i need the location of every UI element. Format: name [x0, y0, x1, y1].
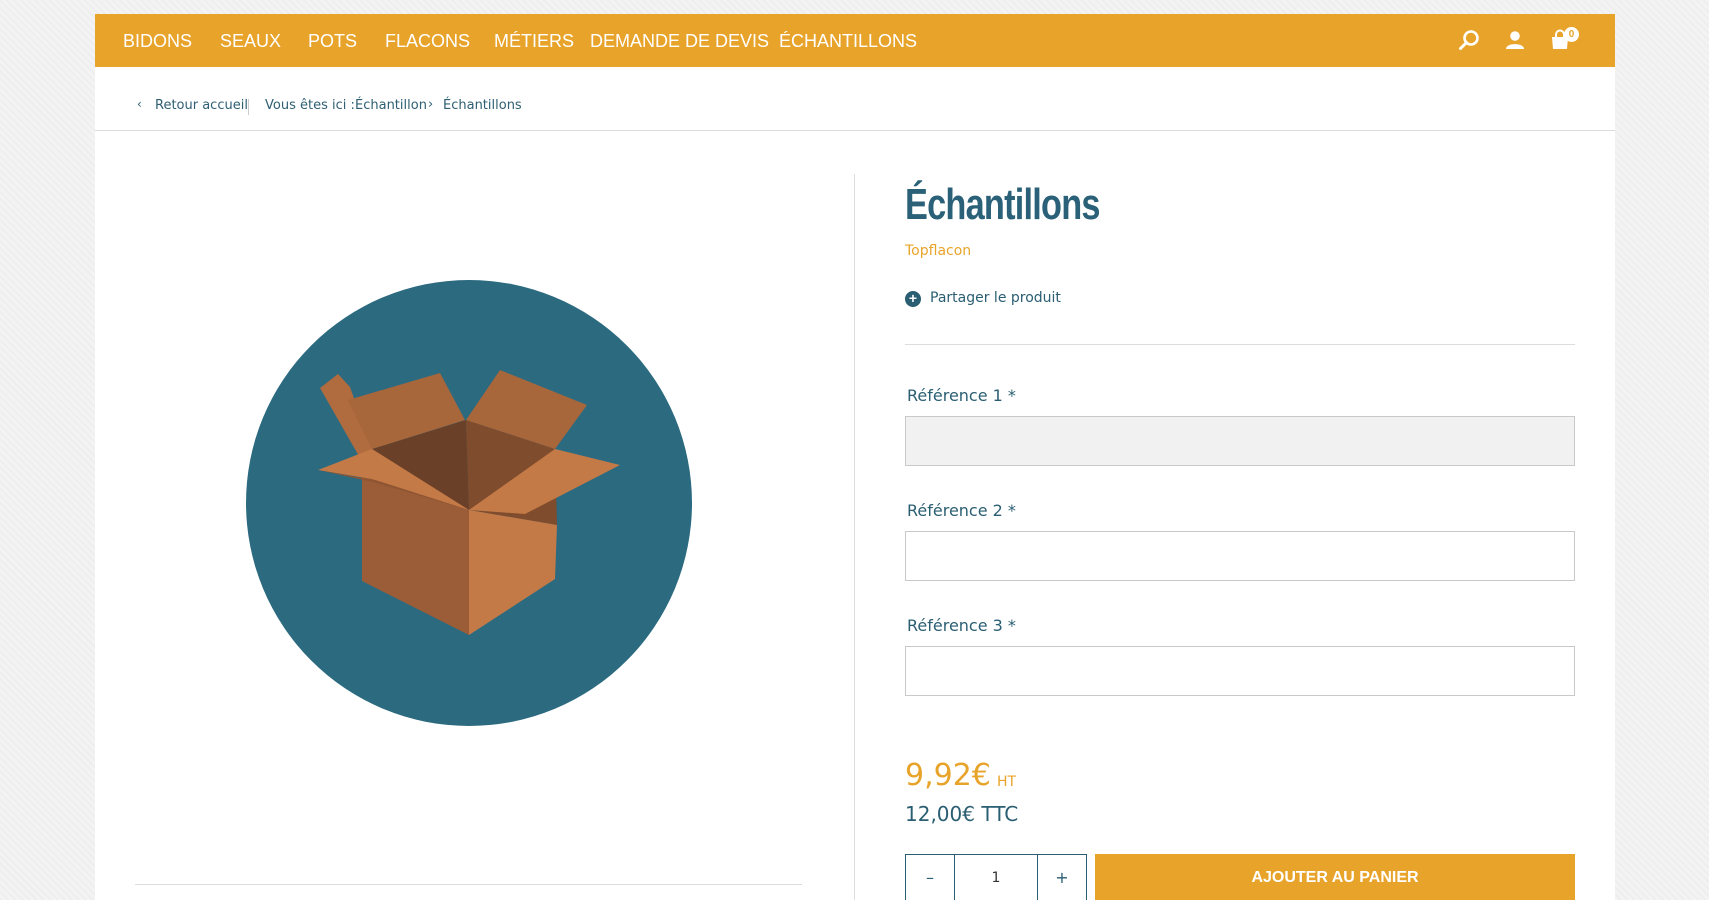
breadcrumb-back-link[interactable]: Retour accueil: [155, 98, 248, 113]
price-ht: 9,92€: [905, 758, 991, 793]
quantity-decrease-button[interactable]: –: [906, 855, 955, 900]
breadcrumb-item-echantillons: Échantillons: [443, 98, 522, 113]
quantity-input[interactable]: [955, 855, 1037, 900]
details-divider: [905, 344, 1575, 345]
image-section-divider: [135, 884, 802, 885]
price-ttc: 12,00€ TTC: [905, 802, 1019, 826]
add-to-cart-button[interactable]: AJOUTER AU PANIER: [1095, 854, 1575, 900]
reference-3-input[interactable]: [905, 646, 1575, 696]
share-product-label: Partager le produit: [930, 290, 1061, 306]
nav-item-demande-de-devis[interactable]: DEMANDE DE DEVIS: [590, 31, 769, 52]
cart-count-badge: 0: [1564, 27, 1579, 42]
reference-2-input[interactable]: [905, 531, 1575, 581]
nav-item-flacons[interactable]: FLACONS: [385, 31, 470, 52]
breadcrumb: ‹ Retour accueil Vous êtes ici : Échanti…: [95, 67, 1615, 131]
chevron-left-icon: ‹: [137, 97, 142, 111]
reference-3-label: Référence 3 *: [907, 616, 1016, 635]
nav-item-echantillons[interactable]: ÉCHANTILLONS: [779, 31, 917, 52]
main-navbar: BIDONS SEAUX POTS FLACONS MÉTIERS DEMAND…: [95, 14, 1615, 67]
chevron-right-icon: ›: [428, 97, 434, 112]
quantity-increase-button[interactable]: +: [1037, 855, 1086, 900]
breadcrumb-divider: [248, 99, 249, 115]
user-icon[interactable]: [1503, 28, 1527, 52]
reference-2-label: Référence 2 *: [907, 501, 1016, 520]
quantity-stepper: – +: [905, 854, 1087, 900]
column-divider: [854, 174, 855, 900]
nav-item-seaux[interactable]: SEAUX: [220, 31, 281, 52]
nav-item-pots[interactable]: POTS: [308, 31, 357, 52]
page: BIDONS SEAUX POTS FLACONS MÉTIERS DEMAND…: [95, 14, 1615, 900]
price-ht-suffix: HT: [997, 774, 1017, 790]
breadcrumb-here-label: Vous êtes ici :: [265, 98, 355, 113]
reference-1-input[interactable]: [905, 416, 1575, 466]
product-brand-link[interactable]: Topflacon: [905, 243, 971, 259]
product-title: Échantillons: [905, 180, 1100, 229]
nav-item-metiers[interactable]: MÉTIERS: [494, 31, 574, 52]
breadcrumb-item-echantillon[interactable]: Échantillon: [355, 98, 427, 113]
nav-item-bidons[interactable]: BIDONS: [123, 31, 192, 52]
reference-1-label: Référence 1 *: [907, 386, 1016, 405]
product-image: [246, 280, 692, 726]
search-icon[interactable]: [1457, 28, 1481, 52]
plus-circle-icon: +: [905, 291, 921, 307]
